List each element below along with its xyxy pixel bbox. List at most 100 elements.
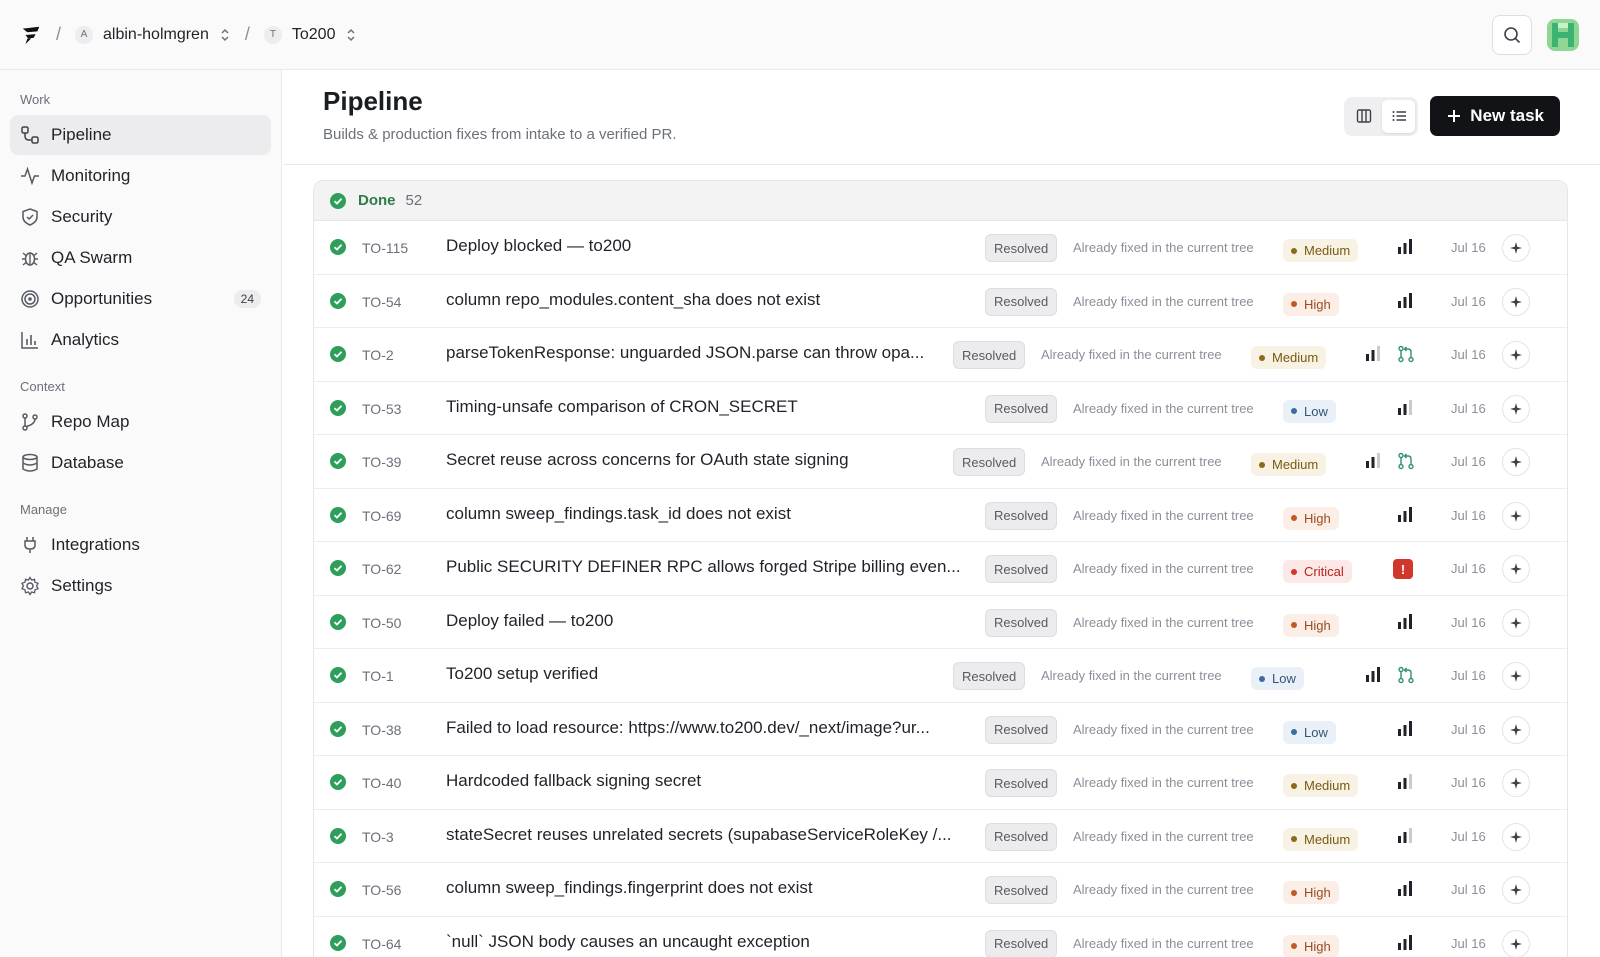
resolution-note: Already fixed in the current tree — [1073, 775, 1254, 790]
check-circle-icon — [330, 192, 346, 209]
task-row[interactable]: TO-2 parseTokenResponse: unguarded JSON.p… — [314, 328, 1567, 382]
priority-badge[interactable]: Low — [1283, 720, 1336, 744]
priority-badge[interactable]: High — [1283, 881, 1339, 904]
priority-badge[interactable]: Critical — [1283, 560, 1352, 583]
task-row[interactable]: TO-64 `null` JSON body causes an uncaught… — [314, 916, 1567, 957]
task-id: TO-115 — [362, 240, 409, 256]
task-title[interactable]: column sweep_findings.task_id does not e… — [446, 504, 791, 524]
check-circle-icon — [330, 720, 346, 737]
priority-badge[interactable]: Medium — [1283, 827, 1359, 851]
priority-badge[interactable]: High — [1283, 506, 1339, 530]
resolution-note: Already fixed in the current tree — [1073, 400, 1254, 416]
pull-request-icon[interactable] — [1397, 345, 1415, 363]
task-title[interactable]: Secret reuse across concerns for OAuth s… — [446, 450, 849, 470]
task-title[interactable]: Deploy blocked — to200 — [446, 236, 631, 256]
task-row[interactable]: TO-50 Deploy failed — to200 Resolved Alread… — [314, 595, 1567, 649]
check-circle-icon — [330, 667, 346, 683]
sidebar-item-security[interactable]: Security — [10, 197, 271, 237]
priority-badge[interactable]: Medium — [1283, 774, 1359, 797]
priority-label: Low — [1272, 671, 1296, 686]
search-icon — [1504, 27, 1521, 44]
task-date: Jul 16 — [1451, 614, 1486, 630]
task-title[interactable]: Failed to load resource: https://www.to2… — [446, 718, 930, 738]
resolution-note: Already fixed in the current tree — [1073, 561, 1254, 576]
priority-badge[interactable]: Medium — [1251, 346, 1327, 369]
ai-action-button[interactable] — [1502, 822, 1530, 851]
priority-badge[interactable]: Low — [1251, 667, 1304, 690]
status-badge: Resolved — [985, 769, 1058, 797]
user-avatar[interactable] — [1546, 18, 1580, 52]
task-title[interactable]: column sweep_findings.fingerprint does n… — [446, 878, 813, 898]
ai-action-button[interactable] — [1502, 876, 1530, 904]
priority-dot — [1291, 568, 1297, 575]
ai-action-button[interactable] — [1502, 929, 1530, 957]
ai-action-button[interactable] — [1502, 394, 1530, 423]
task-title[interactable]: Hardcoded fallback signing secret — [446, 771, 701, 791]
breadcrumb-separator: / — [244, 24, 250, 44]
ai-action-button[interactable] — [1502, 234, 1530, 262]
task-row[interactable]: TO-62 Public SECURITY DEFINER RPC allows … — [314, 542, 1567, 596]
task-title[interactable]: Deploy failed — to200 — [446, 611, 613, 631]
task-row[interactable]: TO-3 stateSecret reuses unrelated secrets… — [314, 809, 1567, 863]
ai-action-button[interactable] — [1502, 715, 1530, 744]
priority-badge[interactable]: Medium — [1251, 453, 1327, 476]
task-row[interactable]: TO-115 Deploy blocked — to200 Resolved Alre… — [314, 221, 1567, 275]
priority-badge[interactable]: High — [1283, 613, 1339, 637]
sidebar-item-settings[interactable]: Settings — [10, 566, 271, 606]
ai-action-button[interactable] — [1502, 287, 1530, 316]
sidebar-item-database[interactable]: Database — [10, 443, 271, 483]
task-row[interactable]: TO-39 Secret reuse across concerns for OA… — [314, 435, 1567, 489]
ai-action-button[interactable] — [1502, 608, 1530, 637]
sparkle-icon — [1510, 349, 1522, 361]
sidebar-item-pipeline[interactable]: Pipeline — [10, 115, 271, 155]
task-row[interactable]: TO-53 Timing-unsafe comparison of CRON_SE… — [314, 381, 1567, 435]
task-row[interactable]: TO-54 column repo_modules.content_sha doe… — [314, 274, 1567, 328]
ai-action-button[interactable] — [1502, 448, 1530, 476]
search-button[interactable] — [1492, 15, 1532, 55]
task-title[interactable]: column repo_modules.content_sha does not… — [446, 290, 820, 310]
priority-badge[interactable]: Low — [1283, 399, 1336, 423]
sidebar-item-analytics[interactable]: Analytics — [10, 320, 271, 360]
priority-badge[interactable]: High — [1283, 292, 1339, 316]
project-switcher[interactable]: T To200 — [263, 25, 358, 44]
new-task-button[interactable]: New task — [1430, 96, 1560, 136]
task-row[interactable]: TO-1 To200 setup verified Resolved Already … — [314, 649, 1567, 703]
sparkle-icon — [1510, 456, 1522, 468]
sidebar-item-integrations[interactable]: Integrations — [10, 525, 271, 565]
sidebar-item-repo-map[interactable]: Repo Map — [10, 402, 271, 442]
sparkle-icon — [1510, 402, 1522, 415]
priority-badge[interactable]: Medium — [1283, 239, 1359, 262]
task-row[interactable]: TO-56 column sweep_findings.fingerprint d… — [314, 863, 1567, 917]
ai-action-button[interactable] — [1502, 662, 1530, 690]
pull-request-icon[interactable] — [1397, 666, 1415, 684]
priority-badge[interactable]: High — [1283, 934, 1339, 957]
task-title[interactable]: Public SECURITY DEFINER RPC allows forge… — [446, 557, 961, 577]
priority-dot — [1291, 943, 1297, 949]
task-title[interactable]: stateSecret reuses unrelated secrets (su… — [446, 825, 952, 845]
sparkle-icon — [1510, 937, 1522, 950]
group-header-done[interactable]: Done 52 — [314, 181, 1567, 221]
task-title[interactable]: To200 setup verified — [446, 664, 598, 684]
pull-request-icon[interactable] — [1397, 452, 1415, 470]
sidebar-item-opportunities[interactable]: Opportunities 24 — [10, 279, 271, 319]
board-view-button[interactable] — [1347, 100, 1380, 133]
task-row[interactable]: TO-40 Hardcoded fallback signing secret Re… — [314, 756, 1567, 810]
resolution-note: Already fixed in the current tree — [1073, 935, 1254, 951]
task-title[interactable]: `null` JSON body causes an uncaught exce… — [446, 932, 810, 952]
org-switcher[interactable]: A albin-holmgren — [75, 25, 231, 44]
task-id: TO-69 — [362, 507, 402, 524]
task-row[interactable]: TO-69 column sweep_findings.task_id does … — [314, 488, 1567, 542]
task-row[interactable]: TO-38 Failed to load resource: https://ww… — [314, 702, 1567, 756]
check-circle-icon — [330, 399, 346, 416]
sidebar-item-monitoring[interactable]: Monitoring — [10, 156, 271, 196]
sidebar-item-qa-swarm[interactable]: QA Swarm — [10, 238, 271, 278]
ai-action-button[interactable] — [1502, 501, 1530, 530]
task-title[interactable]: parseTokenResponse: unguarded JSON.parse… — [446, 343, 924, 363]
app-logo-icon[interactable] — [20, 24, 42, 46]
list-view-button[interactable] — [1382, 99, 1416, 133]
ai-action-button[interactable] — [1502, 769, 1530, 797]
task-title[interactable]: Timing-unsafe comparison of CRON_SECRET — [446, 397, 798, 417]
ai-action-button[interactable] — [1502, 341, 1530, 369]
ai-action-button[interactable] — [1502, 555, 1530, 583]
signal-bars-icon — [1398, 827, 1412, 843]
